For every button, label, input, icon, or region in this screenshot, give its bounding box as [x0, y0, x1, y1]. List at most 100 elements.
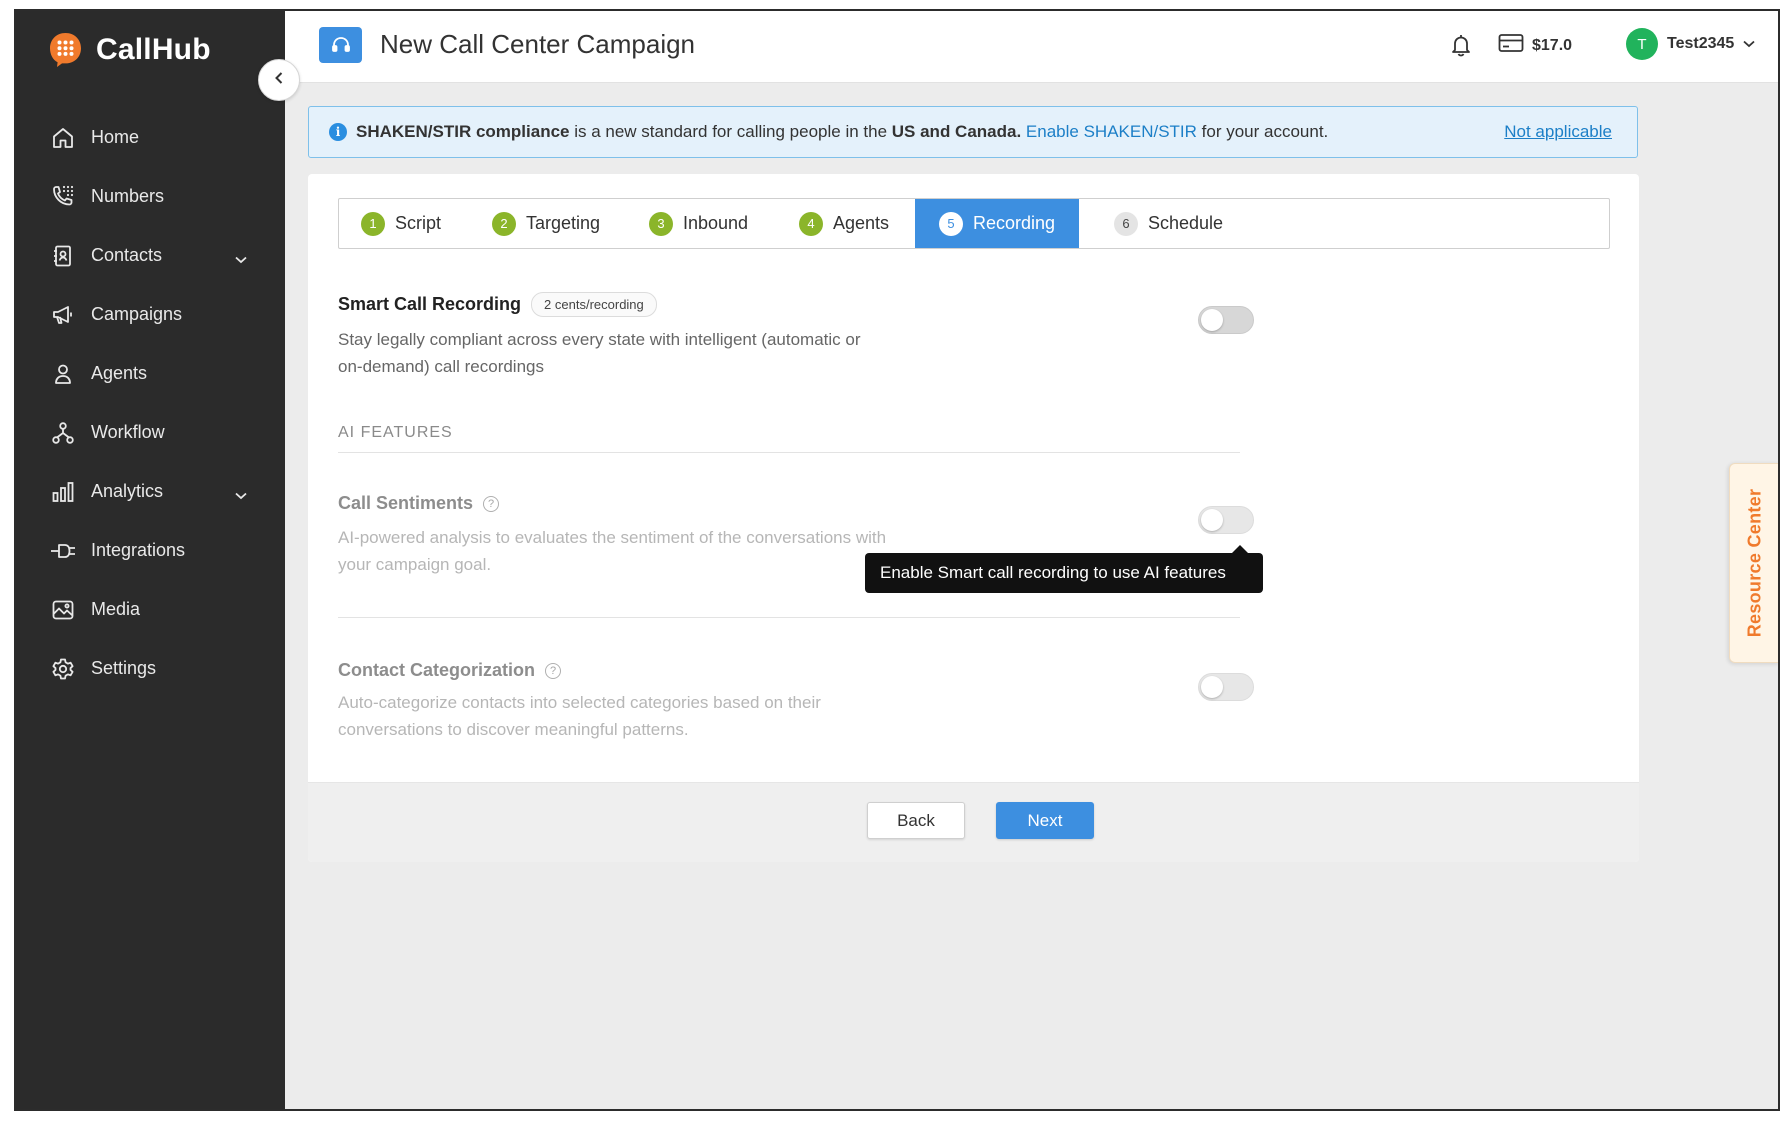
tab-inbound[interactable]: 3 Inbound [649, 199, 748, 248]
description-line: AI-powered analysis to evaluates the sen… [338, 528, 887, 547]
chevron-down-icon [1743, 35, 1755, 53]
sidebar-item-label: Numbers [91, 186, 165, 206]
credit-card-icon [1498, 33, 1524, 58]
sidebar-item-settings[interactable]: Settings [16, 639, 285, 698]
description-line: your campaign goal. [338, 555, 492, 574]
option-title-text: Call Sentiments [338, 493, 474, 513]
option-title-text: Contact Categorization [338, 660, 536, 680]
chevron-down-icon[interactable] [235, 248, 247, 269]
address-book-icon [49, 242, 77, 270]
contact-categorization-toggle[interactable] [1198, 673, 1254, 701]
sidebar-item-label: Campaigns [91, 304, 183, 324]
brand[interactable]: CallHub [49, 32, 211, 68]
tab-recording[interactable]: 5 Recording [915, 199, 1079, 248]
help-icon[interactable]: ? [545, 662, 562, 679]
callhub-logo-icon [49, 32, 82, 68]
resource-center-tab[interactable]: Resource Center [1729, 463, 1778, 663]
sidebar-item-campaigns[interactable]: Campaigns [16, 285, 285, 344]
megaphone-icon [49, 301, 77, 329]
sidebar-item-agents[interactable]: Agents [16, 344, 285, 403]
resource-center-label: Resource Center [1744, 488, 1764, 638]
person-icon [49, 360, 77, 388]
sidebar-item-workflow[interactable]: Workflow [16, 403, 285, 462]
user-menu[interactable]: T Test2345 [1626, 28, 1755, 60]
sidebar-collapse-button[interactable] [258, 59, 300, 101]
sidebar-item-numbers[interactable]: Numbers [16, 167, 285, 226]
step-number: 1 [361, 211, 385, 236]
sidebar-item-home[interactable]: Home [16, 108, 285, 167]
sidebar-item-label: Media [91, 599, 141, 619]
smart-call-recording-description: Stay legally compliant across every stat… [338, 326, 861, 380]
plug-icon [49, 537, 77, 565]
sidebar-item-label: Home [91, 127, 140, 147]
step-number: 3 [649, 211, 673, 236]
sidebar-item-contacts[interactable]: Contacts [16, 226, 285, 285]
step-label: Script [395, 213, 442, 233]
description-line: on-demand) call recordings [338, 357, 544, 376]
gear-icon [49, 655, 77, 683]
sidebar-item-label: Agents [91, 363, 148, 383]
campaign-stepper: 1 Script 2 Targeting 3 Inbound 4 Agents … [338, 198, 1610, 249]
sidebar-item-analytics[interactable]: Analytics [16, 462, 285, 521]
enable-shaken-stir-link[interactable]: Enable SHAKEN/STIR [1026, 122, 1197, 141]
step-label: Agents [833, 213, 890, 233]
top-header: New Call Center Campaign $17.0 T Test234… [285, 11, 1778, 83]
call-sentiments-description: AI-powered analysis to evaluates the sen… [338, 524, 886, 578]
campaign-type-icon [319, 27, 362, 63]
call-sentiments-toggle[interactable] [1198, 506, 1254, 534]
description-line: Stay legally compliant across every stat… [338, 330, 861, 349]
form-footer: Back Next [308, 782, 1639, 862]
user-name: Test2345 [1667, 35, 1735, 52]
sidebar-item-label: Settings [91, 658, 157, 678]
balance-amount: $17.0 [1532, 36, 1573, 54]
contact-categorization-description: Auto-categorize contacts into selected c… [338, 689, 821, 743]
step-number: 4 [799, 211, 823, 236]
divider [338, 452, 1240, 453]
help-icon[interactable]: ? [483, 495, 500, 512]
smart-call-recording-title: Smart Call Recording 2 cents/recording [338, 292, 657, 317]
smart-call-recording-toggle[interactable] [1198, 306, 1254, 334]
tab-script[interactable]: 1 Script [361, 199, 441, 248]
back-button[interactable]: Back [867, 802, 965, 839]
chevron-left-icon [274, 71, 284, 90]
next-button[interactable]: Next [996, 802, 1094, 839]
sidebar: CallHub Home Numbers Contacts Campaigns … [16, 11, 285, 1109]
sidebar-item-media[interactable]: Media [16, 580, 285, 639]
step-number: 5 [939, 211, 963, 236]
banner-message: SHAKEN/STIR compliance is a new standard… [356, 122, 1328, 142]
tab-agents[interactable]: 4 Agents [799, 199, 889, 248]
contact-categorization-title: Contact Categorization ? [338, 660, 562, 681]
divider [338, 617, 1240, 618]
workflow-icon [49, 419, 77, 447]
chevron-down-icon[interactable] [235, 484, 247, 505]
ai-features-tooltip: Enable Smart call recording to use AI fe… [865, 545, 1263, 593]
step-label: Targeting [526, 213, 601, 233]
step-number: 2 [492, 211, 516, 236]
image-icon [49, 596, 77, 624]
shaken-stir-banner: i SHAKEN/STIR compliance is a new standa… [308, 106, 1638, 158]
tab-schedule[interactable]: 6 Schedule [1114, 199, 1223, 248]
tab-targeting[interactable]: 2 Targeting [492, 199, 600, 248]
phone-dialpad-icon [49, 183, 77, 211]
description-line: Auto-categorize contacts into selected c… [338, 693, 821, 712]
avatar: T [1626, 28, 1658, 60]
brand-name: CallHub [96, 33, 211, 66]
call-sentiments-title: Call Sentiments ? [338, 493, 500, 514]
not-applicable-link[interactable]: Not applicable [1504, 122, 1612, 142]
banner-strong-compliance: SHAKEN/STIR compliance [356, 122, 570, 141]
home-icon [49, 124, 77, 152]
sidebar-item-label: Integrations [91, 540, 186, 560]
sidebar-item-integrations[interactable]: Integrations [16, 521, 285, 580]
sidebar-item-label: Workflow [91, 422, 165, 442]
banner-text-end: for your account. [1196, 122, 1329, 141]
banner-strong-region: US and Canada. [891, 122, 1022, 141]
step-label: Inbound [683, 213, 749, 233]
banner-text: is a new standard for calling people in … [569, 122, 892, 141]
wallet-balance[interactable]: $17.0 [1498, 33, 1572, 58]
notification-bell-icon[interactable] [1450, 33, 1472, 62]
option-title-text: Smart Call Recording [338, 294, 522, 314]
campaign-form-card: 1 Script 2 Targeting 3 Inbound 4 Agents … [308, 174, 1639, 862]
page-title: New Call Center Campaign [380, 29, 696, 59]
step-label: Schedule [1148, 213, 1224, 233]
ai-features-heading: AI FEATURES [338, 424, 453, 441]
